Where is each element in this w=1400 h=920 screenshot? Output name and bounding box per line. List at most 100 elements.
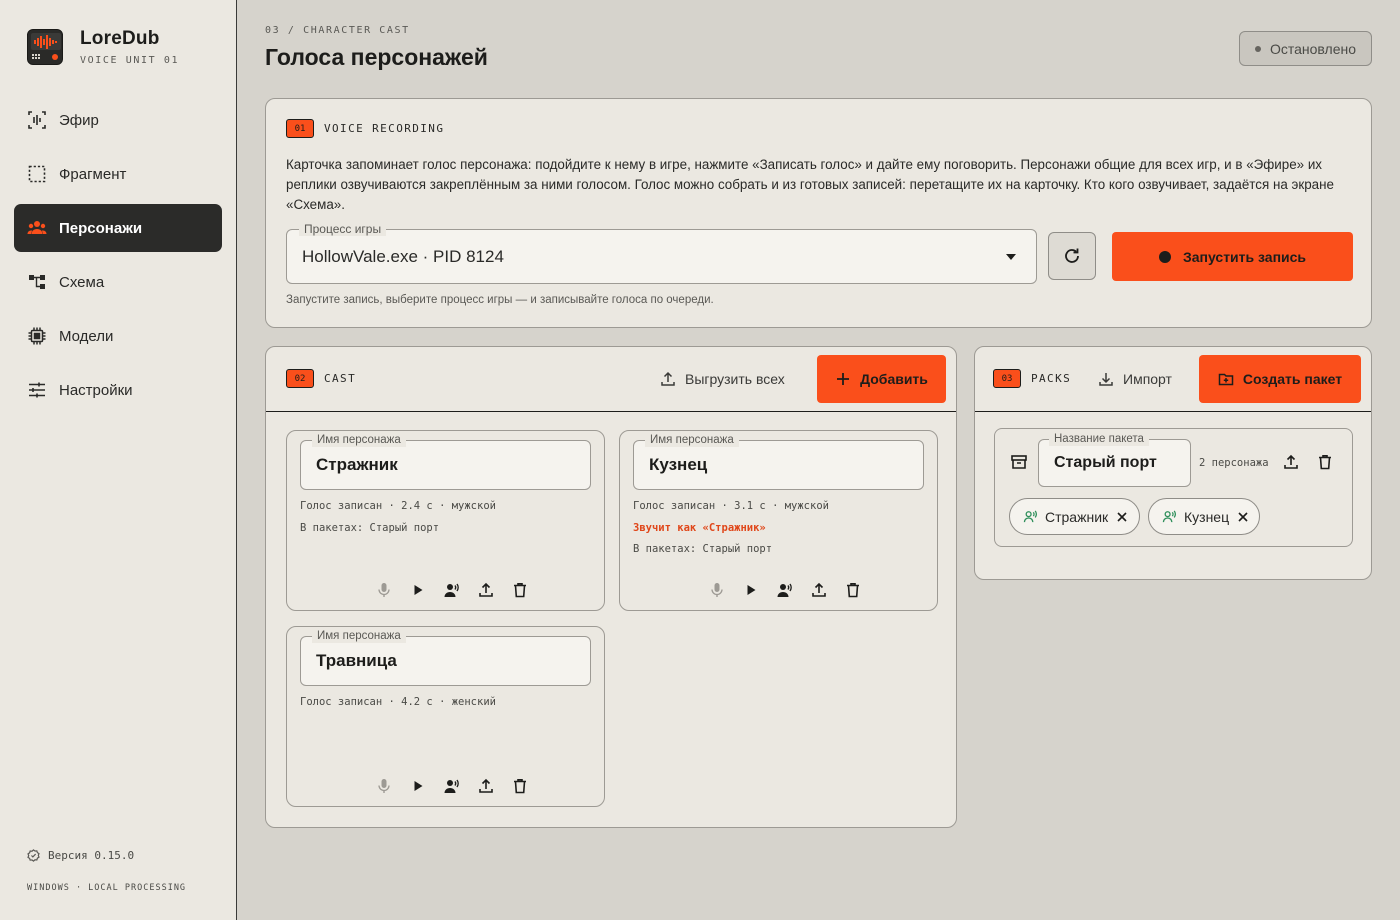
export-button[interactable] bbox=[469, 580, 503, 600]
app-name: LoreDub bbox=[80, 28, 160, 49]
status-label: Остановлено bbox=[1269, 40, 1357, 57]
diagram-icon bbox=[26, 271, 48, 293]
recording-description: Карточка запоминает голос персонажа: под… bbox=[286, 157, 1334, 212]
add-character-button[interactable]: Добавить bbox=[817, 355, 946, 403]
upload-icon bbox=[479, 582, 493, 597]
upload-icon[interactable] bbox=[1283, 454, 1299, 470]
record-voice-button[interactable] bbox=[700, 580, 734, 600]
pack-name-field[interactable]: Название пакета Старый порт bbox=[1038, 432, 1191, 487]
voice-button[interactable] bbox=[435, 580, 469, 600]
caret-down-icon bbox=[1006, 254, 1016, 260]
chip-icon bbox=[26, 325, 48, 347]
cast-panel: 02 CAST Выгрузить всех Добавить Имя перс… bbox=[265, 346, 957, 828]
voice-info: Голос записан · 2.4 с · мужской bbox=[300, 500, 496, 512]
import-button[interactable]: Импорт bbox=[1098, 371, 1172, 387]
play-icon bbox=[747, 585, 756, 595]
cast-header: 02 CAST Выгрузить всех Добавить bbox=[266, 347, 956, 412]
start-recording-button[interactable]: Запустить запись bbox=[1112, 232, 1353, 281]
sidebar-item-settings[interactable]: Настройки bbox=[14, 366, 222, 414]
play-button[interactable] bbox=[401, 776, 435, 796]
version-info: Версия 0.15.0 bbox=[27, 849, 134, 862]
card-actions bbox=[367, 776, 537, 796]
sidebar-item-label: Схема bbox=[59, 273, 105, 291]
character-name-field[interactable]: Имя персонажа Травница bbox=[300, 629, 591, 686]
sidebar-item-characters[interactable]: Персонажи bbox=[14, 204, 222, 252]
record-voice-button[interactable] bbox=[367, 776, 401, 796]
sidebar-item-label: Эфир bbox=[59, 111, 99, 129]
close-icon[interactable] bbox=[1116, 511, 1128, 523]
trash-icon bbox=[847, 583, 859, 598]
pack-member-chip[interactable]: Стражник bbox=[1009, 498, 1140, 535]
sidebar-item-diagram[interactable]: Схема bbox=[14, 258, 222, 306]
trash-icon[interactable] bbox=[1317, 454, 1333, 470]
trash-icon bbox=[514, 779, 526, 794]
sidebar-item-fragment[interactable]: Фрагмент bbox=[14, 150, 222, 198]
microphone-icon bbox=[378, 583, 390, 597]
chip-label: Кузнец bbox=[1184, 508, 1230, 525]
pack-name: Старый порт bbox=[1054, 454, 1157, 471]
voice-info: Голос записан · 3.1 с · мужской bbox=[633, 500, 829, 512]
badge-check-icon bbox=[27, 849, 40, 862]
create-pack-button[interactable]: Создать пакет bbox=[1199, 355, 1361, 403]
sidebar-item-label: Модели bbox=[59, 327, 114, 345]
select-value: HollowVale.exe · PID 8124 bbox=[302, 247, 504, 266]
export-button[interactable] bbox=[469, 776, 503, 796]
record-voice-button[interactable] bbox=[367, 580, 401, 600]
broadcast-icon bbox=[26, 109, 48, 131]
export-all-button[interactable]: Выгрузить всех bbox=[660, 371, 785, 387]
sidebar-item-label: Настройки bbox=[59, 381, 133, 399]
field-label: Процесс игры bbox=[299, 222, 387, 236]
section-title: PACKS bbox=[1031, 372, 1072, 385]
game-process-select[interactable]: Процесс игры HollowVale.exe · PID 8124 bbox=[286, 222, 1037, 284]
app-subtitle: VOICE UNIT 01 bbox=[80, 55, 180, 66]
delete-button[interactable] bbox=[836, 580, 870, 600]
voice-button[interactable] bbox=[768, 580, 802, 600]
trash-icon bbox=[514, 583, 526, 598]
field-label: Имя персонажа bbox=[312, 629, 406, 643]
archive-icon bbox=[1011, 455, 1027, 469]
section-title: VOICE RECORDING bbox=[324, 122, 445, 135]
button-label: Запустить запись bbox=[1182, 248, 1307, 265]
refresh-button[interactable] bbox=[1048, 232, 1096, 280]
character-name: Травница bbox=[316, 651, 397, 670]
record-icon bbox=[1158, 250, 1171, 263]
character-card: Имя персонажа Стражник Голос записан · 2… bbox=[286, 430, 605, 611]
app-logo bbox=[27, 29, 63, 65]
field-label: Имя персонажа bbox=[645, 433, 739, 447]
sidebar-item-label: Фрагмент bbox=[59, 165, 127, 183]
speaking-person-icon bbox=[444, 583, 459, 597]
pack-count: 2 персонажа bbox=[1199, 457, 1269, 469]
play-icon bbox=[414, 585, 423, 595]
delete-button[interactable] bbox=[503, 580, 537, 600]
play-button[interactable] bbox=[401, 580, 435, 600]
voice-button[interactable] bbox=[435, 776, 469, 796]
chip-label: Стражник bbox=[1045, 508, 1109, 525]
delete-button[interactable] bbox=[503, 776, 537, 796]
card-actions bbox=[700, 580, 870, 600]
pack-member-chip[interactable]: Кузнец bbox=[1148, 498, 1260, 535]
platform-label: WINDOWS · LOCAL PROCESSING bbox=[27, 883, 187, 893]
similarity-warning: Звучит как «Стражник» bbox=[633, 522, 766, 534]
character-name: Стражник bbox=[316, 455, 398, 474]
button-label: Импорт bbox=[1123, 371, 1172, 387]
section-title: CAST bbox=[324, 372, 357, 385]
button-label: Добавить bbox=[860, 371, 928, 387]
close-icon[interactable] bbox=[1237, 511, 1249, 523]
character-name: Кузнец bbox=[649, 455, 708, 474]
export-button[interactable] bbox=[802, 580, 836, 600]
packs-info: В пакетах: Старый порт bbox=[300, 522, 440, 534]
button-label: Выгрузить всех bbox=[685, 371, 785, 387]
card-actions bbox=[367, 580, 537, 600]
character-name-field[interactable]: Имя персонажа Стражник bbox=[300, 433, 591, 490]
sidebar-nav: Эфир Фрагмент Персонажи Схема Модели Нас… bbox=[14, 96, 222, 420]
sidebar-item-label: Персонажи bbox=[59, 219, 143, 237]
voice-person-icon bbox=[1162, 510, 1177, 523]
selection-icon bbox=[26, 163, 48, 185]
field-label: Название пакета bbox=[1049, 432, 1149, 446]
sidebar-item-broadcast[interactable]: Эфир bbox=[14, 96, 222, 144]
play-button[interactable] bbox=[734, 580, 768, 600]
sidebar-item-models[interactable]: Модели bbox=[14, 312, 222, 360]
button-label: Создать пакет bbox=[1242, 371, 1343, 387]
packs-info: В пакетах: Старый порт bbox=[633, 543, 773, 555]
character-name-field[interactable]: Имя персонажа Кузнец bbox=[633, 433, 924, 490]
